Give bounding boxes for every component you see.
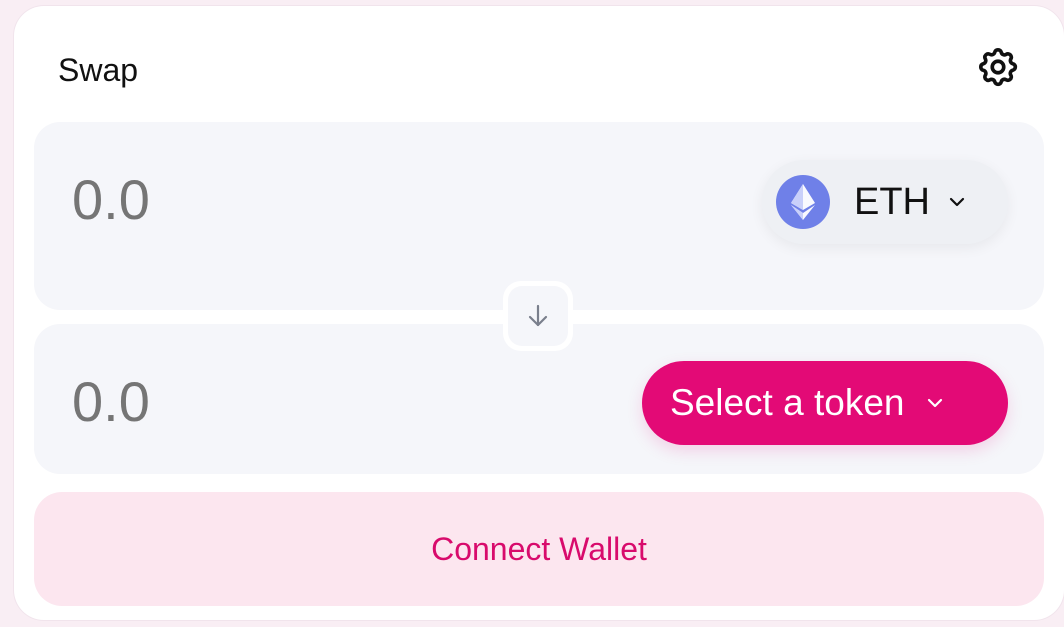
connect-wallet-button[interactable]: Connect Wallet	[34, 492, 1044, 606]
swap-header: Swap	[58, 44, 1020, 96]
select-token-button[interactable]: Select a token	[642, 361, 1008, 445]
select-token-label: Select a token	[670, 382, 905, 423]
swap-card: Swap ETH	[14, 6, 1064, 620]
from-amount-input[interactable]	[70, 166, 474, 233]
arrow-down-icon	[508, 286, 568, 346]
ethereum-icon	[776, 175, 830, 229]
gear-icon[interactable]	[975, 44, 1021, 90]
from-token-symbol: ETH	[854, 180, 930, 223]
swap-title: Swap	[58, 52, 139, 88]
chevron-down-icon	[928, 398, 943, 408]
to-amount-input[interactable]	[70, 368, 474, 435]
switch-tokens-button[interactable]	[503, 281, 573, 351]
from-token-button[interactable]: ETH	[762, 160, 1008, 244]
chevron-down-icon	[949, 197, 965, 207]
